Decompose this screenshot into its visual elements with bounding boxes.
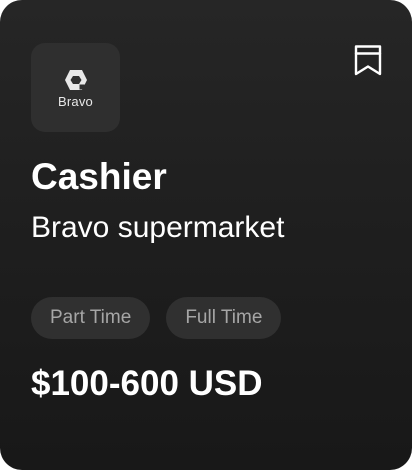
job-title: Cashier [31,156,167,197]
salary-range: $100-600 USD [31,364,263,403]
job-type-tags: Part Time Full Time [31,297,282,339]
tag-part-time: Part Time [31,297,151,339]
bookmark-icon [354,45,382,76]
hexagon-logo-icon [65,70,87,90]
tag-full-time: Full Time [166,297,282,339]
job-card[interactable]: Bravo Cashier Bravo supermarket Part Tim… [0,0,412,470]
company-name: Bravo supermarket [31,211,285,244]
company-logo-text: Bravo [58,94,93,109]
company-logo: Bravo [31,43,120,132]
bookmark-button[interactable] [350,42,386,78]
